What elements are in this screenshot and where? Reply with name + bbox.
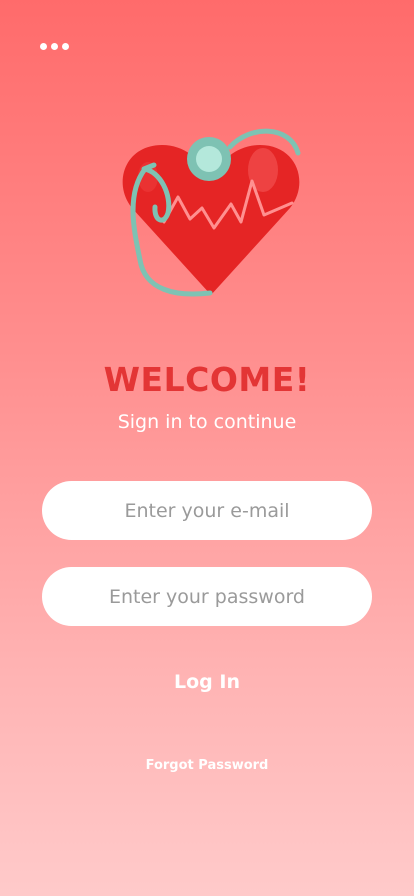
forgot-password-link[interactable]: Forgot Password [127,755,287,775]
menu-dot [51,42,58,50]
heart-stethoscope-icon [122,128,301,297]
welcome-subtitle: Sign in to continue [117,411,297,433]
email-field[interactable] [42,481,372,540]
menu-dot [40,42,47,50]
password-field[interactable] [42,567,372,626]
welcome-title: WELCOME! [103,360,311,399]
more-menu-icon[interactable] [40,40,74,52]
login-button[interactable]: Log In [147,664,267,700]
login-screen: WELCOME! Sign in to continue Log In Forg… [0,0,414,896]
menu-dot [62,42,69,50]
